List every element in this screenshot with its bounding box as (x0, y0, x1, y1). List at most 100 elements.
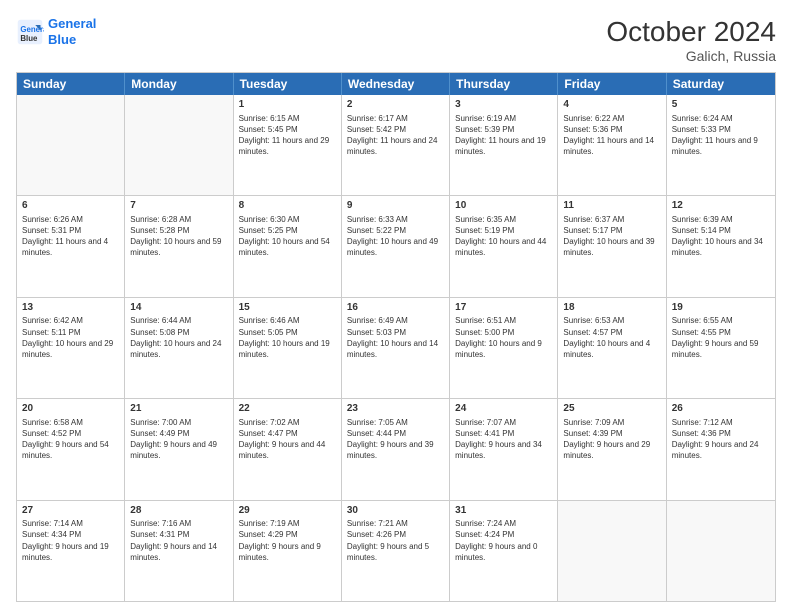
calendar-cell: 11Sunrise: 6:37 AM Sunset: 5:17 PM Dayli… (558, 196, 666, 296)
day-number: 22 (239, 402, 336, 416)
header-day-friday: Friday (558, 73, 666, 95)
logo-line2: Blue (48, 32, 76, 47)
day-number: 23 (347, 402, 444, 416)
day-number: 19 (672, 301, 770, 315)
calendar-cell: 19Sunrise: 6:55 AM Sunset: 4:55 PM Dayli… (667, 298, 775, 398)
day-number: 21 (130, 402, 227, 416)
day-number: 18 (563, 301, 660, 315)
day-number: 16 (347, 301, 444, 315)
calendar-cell: 13Sunrise: 6:42 AM Sunset: 5:11 PM Dayli… (17, 298, 125, 398)
day-number: 4 (563, 98, 660, 112)
calendar-cell: 30Sunrise: 7:21 AM Sunset: 4:26 PM Dayli… (342, 501, 450, 601)
header-day-thursday: Thursday (450, 73, 558, 95)
calendar-cell: 17Sunrise: 6:51 AM Sunset: 5:00 PM Dayli… (450, 298, 558, 398)
day-number: 3 (455, 98, 552, 112)
day-number: 2 (347, 98, 444, 112)
day-number: 5 (672, 98, 770, 112)
calendar-cell: 1Sunrise: 6:15 AM Sunset: 5:45 PM Daylig… (234, 95, 342, 195)
cell-info: Sunrise: 6:46 AM Sunset: 5:05 PM Dayligh… (239, 315, 336, 360)
calendar-cell (125, 95, 233, 195)
day-number: 28 (130, 504, 227, 518)
calendar-cell (17, 95, 125, 195)
day-number: 10 (455, 199, 552, 213)
header-day-sunday: Sunday (17, 73, 125, 95)
header-day-saturday: Saturday (667, 73, 775, 95)
day-number: 26 (672, 402, 770, 416)
calendar-cell: 9Sunrise: 6:33 AM Sunset: 5:22 PM Daylig… (342, 196, 450, 296)
cell-info: Sunrise: 6:53 AM Sunset: 4:57 PM Dayligh… (563, 315, 660, 360)
cell-info: Sunrise: 6:44 AM Sunset: 5:08 PM Dayligh… (130, 315, 227, 360)
calendar: SundayMondayTuesdayWednesdayThursdayFrid… (16, 72, 776, 602)
day-number: 31 (455, 504, 552, 518)
cell-info: Sunrise: 6:24 AM Sunset: 5:33 PM Dayligh… (672, 113, 770, 158)
header-day-tuesday: Tuesday (234, 73, 342, 95)
calendar-cell: 12Sunrise: 6:39 AM Sunset: 5:14 PM Dayli… (667, 196, 775, 296)
cell-info: Sunrise: 7:16 AM Sunset: 4:31 PM Dayligh… (130, 518, 227, 563)
calendar-cell (667, 501, 775, 601)
location: Galich, Russia (606, 48, 776, 64)
cell-info: Sunrise: 7:14 AM Sunset: 4:34 PM Dayligh… (22, 518, 119, 563)
cell-info: Sunrise: 6:55 AM Sunset: 4:55 PM Dayligh… (672, 315, 770, 360)
cell-info: Sunrise: 6:51 AM Sunset: 5:00 PM Dayligh… (455, 315, 552, 360)
cell-info: Sunrise: 6:33 AM Sunset: 5:22 PM Dayligh… (347, 214, 444, 259)
cell-info: Sunrise: 6:26 AM Sunset: 5:31 PM Dayligh… (22, 214, 119, 259)
logo-line1: General (48, 16, 96, 31)
calendar-cell: 26Sunrise: 7:12 AM Sunset: 4:36 PM Dayli… (667, 399, 775, 499)
cell-info: Sunrise: 6:15 AM Sunset: 5:45 PM Dayligh… (239, 113, 336, 158)
day-number: 6 (22, 199, 119, 213)
svg-text:Blue: Blue (20, 33, 38, 42)
cell-info: Sunrise: 7:21 AM Sunset: 4:26 PM Dayligh… (347, 518, 444, 563)
month-title: October 2024 (606, 16, 776, 48)
cell-info: Sunrise: 7:12 AM Sunset: 4:36 PM Dayligh… (672, 417, 770, 462)
calendar-header: SundayMondayTuesdayWednesdayThursdayFrid… (17, 73, 775, 95)
calendar-cell: 8Sunrise: 6:30 AM Sunset: 5:25 PM Daylig… (234, 196, 342, 296)
cell-info: Sunrise: 6:35 AM Sunset: 5:19 PM Dayligh… (455, 214, 552, 259)
calendar-week-4: 20Sunrise: 6:58 AM Sunset: 4:52 PM Dayli… (17, 399, 775, 500)
header: General Blue General Blue October 2024 G… (16, 16, 776, 64)
calendar-cell: 10Sunrise: 6:35 AM Sunset: 5:19 PM Dayli… (450, 196, 558, 296)
day-number: 24 (455, 402, 552, 416)
cell-info: Sunrise: 7:05 AM Sunset: 4:44 PM Dayligh… (347, 417, 444, 462)
cell-info: Sunrise: 7:09 AM Sunset: 4:39 PM Dayligh… (563, 417, 660, 462)
calendar-cell: 3Sunrise: 6:19 AM Sunset: 5:39 PM Daylig… (450, 95, 558, 195)
cell-info: Sunrise: 6:42 AM Sunset: 5:11 PM Dayligh… (22, 315, 119, 360)
day-number: 13 (22, 301, 119, 315)
logo-icon: General Blue (16, 18, 44, 46)
day-number: 27 (22, 504, 119, 518)
calendar-cell: 28Sunrise: 7:16 AM Sunset: 4:31 PM Dayli… (125, 501, 233, 601)
day-number: 15 (239, 301, 336, 315)
header-day-wednesday: Wednesday (342, 73, 450, 95)
calendar-cell: 22Sunrise: 7:02 AM Sunset: 4:47 PM Dayli… (234, 399, 342, 499)
calendar-cell: 31Sunrise: 7:24 AM Sunset: 4:24 PM Dayli… (450, 501, 558, 601)
cell-info: Sunrise: 7:07 AM Sunset: 4:41 PM Dayligh… (455, 417, 552, 462)
logo: General Blue General Blue (16, 16, 96, 47)
day-number: 25 (563, 402, 660, 416)
cell-info: Sunrise: 6:17 AM Sunset: 5:42 PM Dayligh… (347, 113, 444, 158)
day-number: 30 (347, 504, 444, 518)
cell-info: Sunrise: 7:24 AM Sunset: 4:24 PM Dayligh… (455, 518, 552, 563)
header-day-monday: Monday (125, 73, 233, 95)
day-number: 1 (239, 98, 336, 112)
calendar-week-3: 13Sunrise: 6:42 AM Sunset: 5:11 PM Dayli… (17, 298, 775, 399)
calendar-cell: 24Sunrise: 7:07 AM Sunset: 4:41 PM Dayli… (450, 399, 558, 499)
cell-info: Sunrise: 6:30 AM Sunset: 5:25 PM Dayligh… (239, 214, 336, 259)
calendar-cell: 14Sunrise: 6:44 AM Sunset: 5:08 PM Dayli… (125, 298, 233, 398)
calendar-body: 1Sunrise: 6:15 AM Sunset: 5:45 PM Daylig… (17, 95, 775, 601)
calendar-cell: 27Sunrise: 7:14 AM Sunset: 4:34 PM Dayli… (17, 501, 125, 601)
calendar-cell: 21Sunrise: 7:00 AM Sunset: 4:49 PM Dayli… (125, 399, 233, 499)
day-number: 9 (347, 199, 444, 213)
calendar-cell: 4Sunrise: 6:22 AM Sunset: 5:36 PM Daylig… (558, 95, 666, 195)
day-number: 14 (130, 301, 227, 315)
calendar-cell: 2Sunrise: 6:17 AM Sunset: 5:42 PM Daylig… (342, 95, 450, 195)
calendar-cell: 15Sunrise: 6:46 AM Sunset: 5:05 PM Dayli… (234, 298, 342, 398)
cell-info: Sunrise: 6:22 AM Sunset: 5:36 PM Dayligh… (563, 113, 660, 158)
calendar-week-5: 27Sunrise: 7:14 AM Sunset: 4:34 PM Dayli… (17, 501, 775, 601)
cell-info: Sunrise: 6:49 AM Sunset: 5:03 PM Dayligh… (347, 315, 444, 360)
calendar-cell: 16Sunrise: 6:49 AM Sunset: 5:03 PM Dayli… (342, 298, 450, 398)
calendar-cell: 29Sunrise: 7:19 AM Sunset: 4:29 PM Dayli… (234, 501, 342, 601)
day-number: 20 (22, 402, 119, 416)
calendar-week-1: 1Sunrise: 6:15 AM Sunset: 5:45 PM Daylig… (17, 95, 775, 196)
cell-info: Sunrise: 6:28 AM Sunset: 5:28 PM Dayligh… (130, 214, 227, 259)
calendar-week-2: 6Sunrise: 6:26 AM Sunset: 5:31 PM Daylig… (17, 196, 775, 297)
cell-info: Sunrise: 6:39 AM Sunset: 5:14 PM Dayligh… (672, 214, 770, 259)
